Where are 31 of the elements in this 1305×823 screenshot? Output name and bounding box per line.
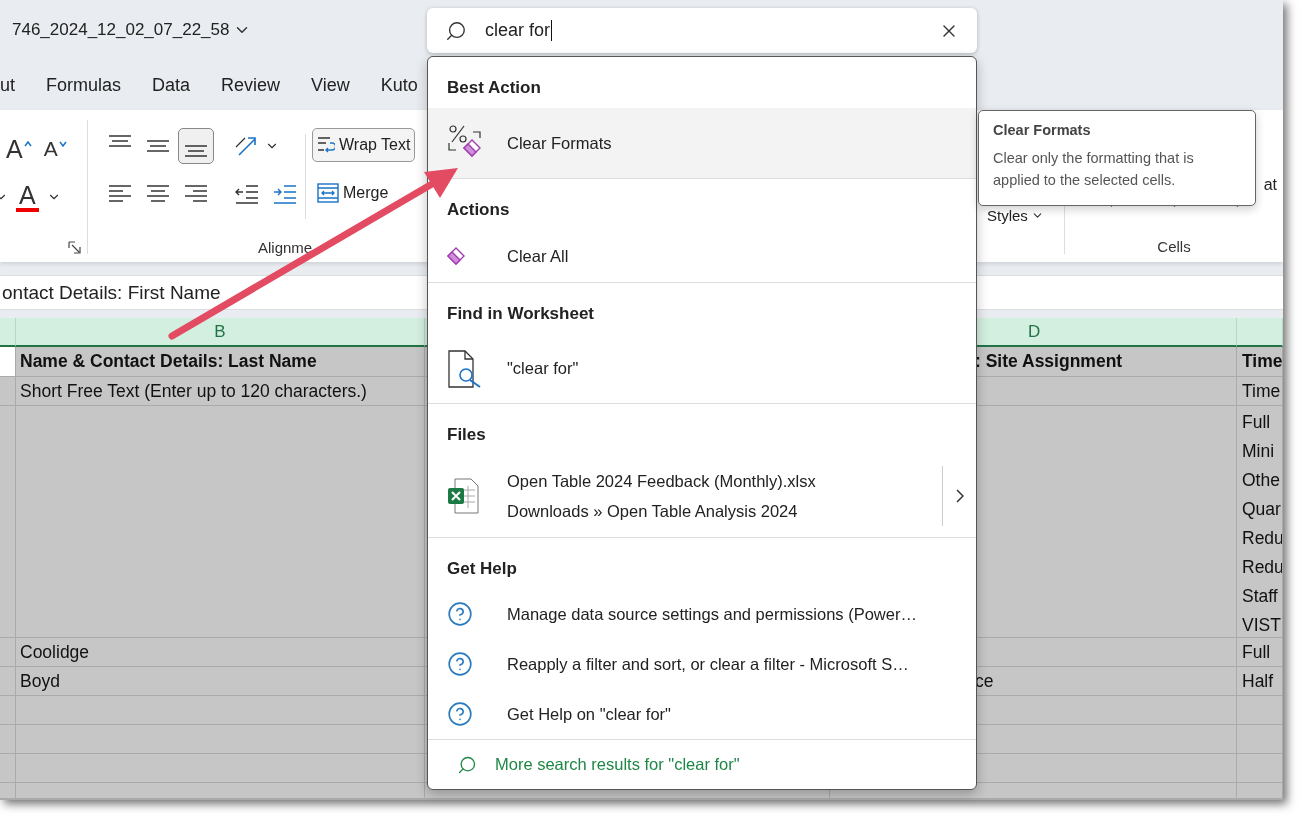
section-heading: Best Action xyxy=(447,77,541,99)
result-label: Manage data source settings and permissions (Power… xyxy=(507,604,917,624)
group-label: Cells xyxy=(1157,238,1191,255)
cell-line: Redu xyxy=(1242,527,1282,550)
section-heading: Actions xyxy=(447,199,510,221)
table-cell: Short Free Text (Enter up to 120 characters.) xyxy=(16,377,425,406)
result-label: Get Help on "clear for" xyxy=(507,704,671,724)
tooltip-text: Clear only the formatting that is applied to the selected cells. xyxy=(993,149,1195,190)
table-cell: Coolidge xyxy=(16,638,425,667)
result-label: Clear Formats xyxy=(507,133,612,153)
section-heading: Get Help xyxy=(447,558,517,580)
cell-line: Othe xyxy=(1242,469,1281,492)
cell-line: Staff xyxy=(1242,585,1279,608)
table-cell: Time xyxy=(1237,377,1283,406)
file-path: Downloads » Open Table Analysis 2024 xyxy=(507,501,799,521)
cell-line: Redu xyxy=(1242,556,1282,579)
table-cell: Name & Contact Details: Last Name xyxy=(16,347,425,377)
result-label: "clear for" xyxy=(507,359,579,378)
cell-line: Quar xyxy=(1242,498,1282,521)
cell-line: VIST xyxy=(1242,614,1282,637)
file-name: Open Table 2024 Feedback (Monthly).xlsx xyxy=(507,471,817,491)
cell-line: Mini xyxy=(1242,440,1276,463)
tooltip-title: Clear Formats xyxy=(993,122,1092,138)
table-cell: Half xyxy=(1237,667,1283,696)
table-cell: Full xyxy=(1237,638,1283,667)
section-heading: Files xyxy=(447,424,486,446)
cell-line: Full xyxy=(1242,411,1272,434)
table-cell: Time xyxy=(1237,347,1283,377)
table-cell: Boyd xyxy=(16,667,425,696)
result-label: Clear All xyxy=(507,246,569,266)
group-label: Alignme xyxy=(258,239,313,256)
